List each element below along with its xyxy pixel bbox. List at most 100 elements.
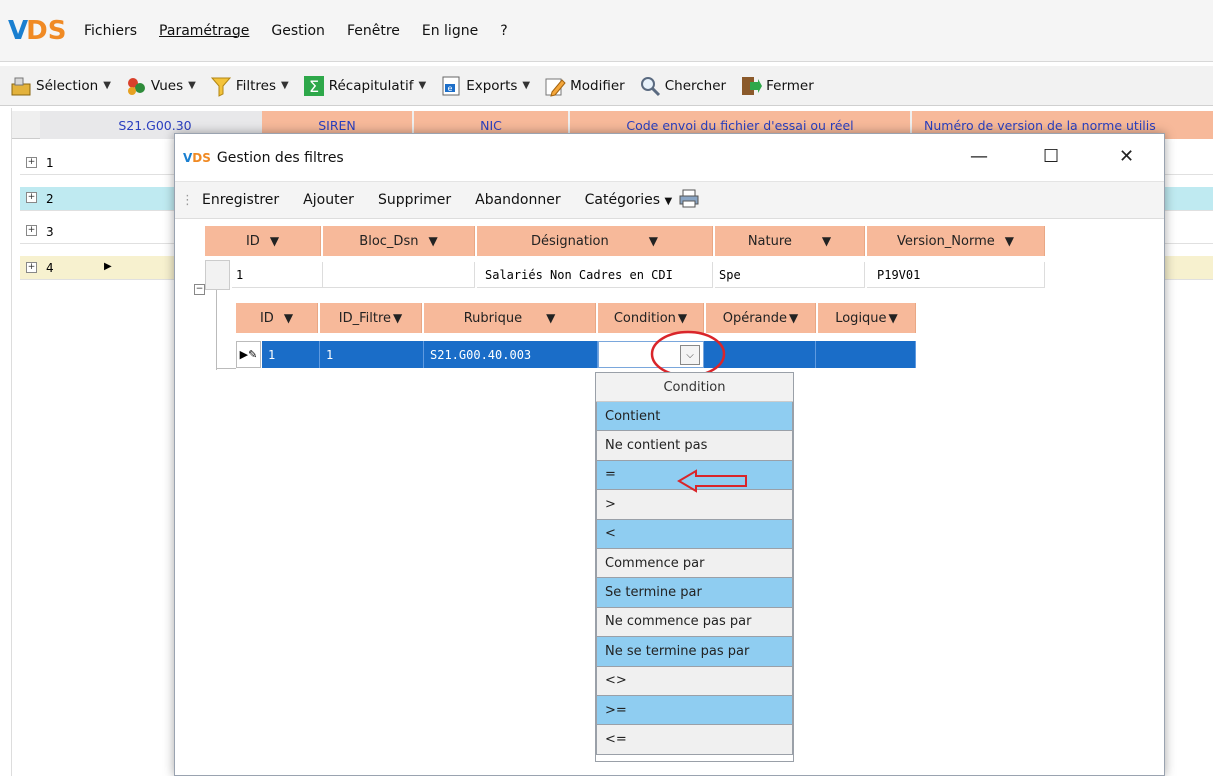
dropdown-option[interactable]: >= xyxy=(596,695,793,726)
svg-text:Σ: Σ xyxy=(309,77,319,96)
modify-button[interactable]: Modifier xyxy=(544,75,625,97)
dropdown-option[interactable]: Ne se termine pas par xyxy=(596,637,793,667)
cell-rubrique[interactable]: S21.G00.40.003 xyxy=(424,341,598,368)
cell-id[interactable]: 1 xyxy=(262,341,320,368)
dropdown-option[interactable]: Ne contient pas xyxy=(596,431,793,461)
main-toolbar: Sélection ▼ Vues ▼ Filtres ▼ Σ Récapitulati… xyxy=(0,66,1213,106)
current-row-arrow-icon: ▶ xyxy=(104,261,112,272)
selection-icon xyxy=(10,75,32,97)
row-number: 2 xyxy=(46,192,54,206)
dropdown-option[interactable]: <> xyxy=(596,666,793,696)
cell-logique[interactable] xyxy=(816,341,916,368)
cancel-button[interactable]: Abandonner xyxy=(475,192,560,208)
dialog-toolbar: ⋮ Enregistrer Ajouter Supprimer Abandonn… xyxy=(175,181,1164,219)
filter-icon[interactable]: ▼ xyxy=(649,234,658,248)
row-selector[interactable] xyxy=(205,260,230,290)
grid-left-margin xyxy=(0,108,12,776)
save-button[interactable]: Enregistrer xyxy=(202,192,279,208)
cell-id[interactable]: 1 xyxy=(232,262,323,288)
close-door-icon xyxy=(740,75,763,97)
delete-button[interactable]: Supprimer xyxy=(378,192,451,208)
maximize-button[interactable]: ☐ xyxy=(1043,146,1059,167)
filter-icon[interactable]: ▼ xyxy=(822,234,831,248)
cell-nature[interactable]: Spe xyxy=(715,262,865,288)
condition-dropdown-list: Condition Contient Ne contient pas = > <… xyxy=(595,372,794,762)
tree-line xyxy=(216,368,236,369)
column-header-id[interactable]: ID ▼ xyxy=(236,303,318,333)
dialog-logo: VDS xyxy=(183,150,211,165)
filters-button[interactable]: Filtres ▼ xyxy=(210,75,289,97)
views-icon xyxy=(125,75,147,97)
close-button[interactable]: Fermer xyxy=(740,75,814,97)
menu-en-ligne[interactable]: En ligne xyxy=(422,23,478,39)
search-icon xyxy=(639,75,661,97)
column-header-version-norme[interactable]: Version_Norme ▼ xyxy=(867,226,1045,256)
row-number: 1 xyxy=(46,156,54,170)
search-button[interactable]: Chercher xyxy=(639,75,726,97)
column-header-id[interactable]: ID ▼ xyxy=(205,226,321,256)
chevron-down-icon: ▼ xyxy=(281,80,289,91)
dropdown-option[interactable]: < xyxy=(596,519,793,549)
column-header-bloc-dsn[interactable]: Bloc_Dsn ▼ xyxy=(323,226,475,256)
filter-icon xyxy=(210,75,232,97)
collapse-icon[interactable]: − xyxy=(194,284,205,295)
add-button[interactable]: Ajouter xyxy=(303,192,354,208)
views-button[interactable]: Vues ▼ xyxy=(125,75,196,97)
dropdown-option[interactable]: Se termine par xyxy=(596,578,793,608)
toolbar-grip: ⋮ xyxy=(181,192,194,208)
close-button[interactable]: ✕ xyxy=(1119,146,1134,167)
column-header-nature[interactable]: Nature ▼ xyxy=(715,226,865,256)
main-window: V DS Fichiers Paramétrage Gestion Fenêtre… xyxy=(0,0,1213,776)
menu-gestion[interactable]: Gestion xyxy=(271,23,325,39)
minimize-button[interactable]: — xyxy=(970,146,988,167)
expand-icon[interactable]: + xyxy=(26,262,37,273)
dialog-title-bar[interactable]: VDS Gestion des filtres — ☐ ✕ xyxy=(175,134,1164,181)
tree-line xyxy=(216,290,217,370)
chevron-down-icon: ▼ xyxy=(664,196,673,207)
expand-icon[interactable]: + xyxy=(26,225,37,236)
selection-button[interactable]: Sélection ▼ xyxy=(10,75,111,97)
column-header-id-filtre[interactable]: ID_Filtre ▼ xyxy=(320,303,422,333)
chevron-down-icon: ▼ xyxy=(188,80,196,91)
menu-help[interactable]: ? xyxy=(500,23,507,39)
filter-icon[interactable]: ▼ xyxy=(789,311,798,325)
menu-fenetre[interactable]: Fenêtre xyxy=(347,23,400,39)
expand-icon[interactable]: + xyxy=(26,157,37,168)
export-icon: e xyxy=(440,75,462,97)
cell-bloc-dsn[interactable] xyxy=(323,262,475,288)
filter-icon[interactable]: ▼ xyxy=(1005,234,1014,248)
column-header-logique[interactable]: Logique ▼ xyxy=(818,303,916,333)
dropdown-option[interactable]: Ne commence pas par xyxy=(596,607,793,638)
menu-parametrage[interactable]: Paramétrage xyxy=(159,23,249,39)
cell-id-filtre[interactable]: 1 xyxy=(320,341,424,368)
categories-button[interactable]: Catégories ▼ xyxy=(585,192,673,208)
dropdown-option[interactable]: Commence par xyxy=(596,548,793,579)
chevron-down-icon: ▼ xyxy=(418,80,427,91)
row-number: 4 xyxy=(46,261,54,275)
column-header-rubrique[interactable]: Rubrique ▼ xyxy=(424,303,596,333)
dropdown-option[interactable]: Contient xyxy=(596,402,793,432)
app-logo: V DS xyxy=(8,15,67,46)
menu-fichiers[interactable]: Fichiers xyxy=(84,23,137,39)
filter-icon[interactable]: ▼ xyxy=(284,311,293,325)
dropdown-option[interactable]: <= xyxy=(596,725,793,755)
column-header-designation[interactable]: Désignation ▼ xyxy=(477,226,713,256)
chevron-down-icon: ▼ xyxy=(103,80,111,91)
exports-button[interactable]: e Exports ▼ xyxy=(440,75,530,97)
filter-icon[interactable]: ▼ xyxy=(428,234,437,248)
annotation-arrow xyxy=(677,469,747,493)
dropdown-option[interactable]: > xyxy=(596,490,793,520)
cell-version-norme[interactable]: P19V01 xyxy=(867,262,1045,288)
menu-bar: V DS Fichiers Paramétrage Gestion Fenêtre… xyxy=(0,0,1213,62)
filter-icon[interactable]: ▼ xyxy=(270,234,279,248)
filter-icon[interactable]: ▼ xyxy=(393,311,402,325)
summary-button[interactable]: Σ Récapitulatif ▼ xyxy=(303,75,426,97)
filter-icon[interactable]: ▼ xyxy=(678,311,687,325)
chevron-down-icon: ▼ xyxy=(522,80,531,91)
filter-icon[interactable]: ▼ xyxy=(889,311,898,325)
filter-icon[interactable]: ▼ xyxy=(546,311,555,325)
cell-designation[interactable]: Salariés Non Cadres en CDI xyxy=(477,262,713,288)
expand-icon[interactable]: + xyxy=(26,192,37,203)
row-number: 3 xyxy=(46,225,54,239)
print-icon[interactable] xyxy=(678,188,700,212)
